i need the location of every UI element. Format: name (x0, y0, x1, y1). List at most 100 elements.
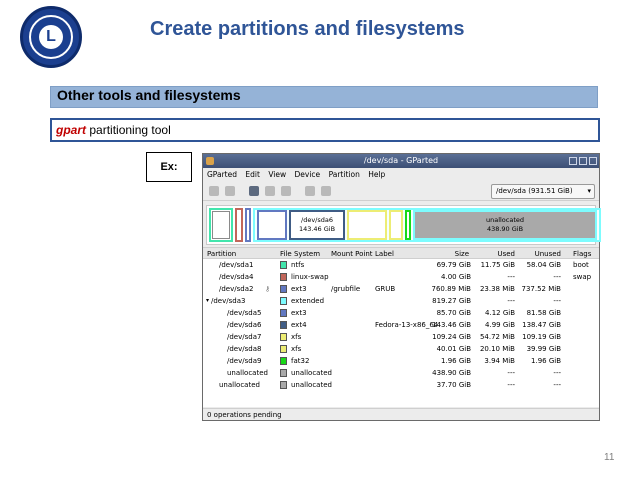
diskmap-seg-sda9[interactable] (405, 210, 411, 240)
table-row[interactable]: /dev/sda8 xfs 40.01 GiB 20.10 MiB 39.99 GiB (203, 343, 599, 355)
table-row[interactable]: /dev/sda5 ext3 85.70 GiB 4.12 GiB 81.58 GiB (203, 307, 599, 319)
cell-mountpoint: /grubfile (331, 285, 361, 293)
fs-color-swatch (280, 261, 287, 269)
fs-color-swatch (280, 309, 287, 317)
table-row[interactable]: /dev/sda1 ntfs 69.79 GiB 11.75 GiB 58.04 GiB… (203, 259, 599, 271)
partition-table: /dev/sda1 ntfs 69.79 GiB 11.75 GiB 58.04 GiB… (203, 259, 599, 407)
cell-used: 4.12 GiB (485, 309, 515, 317)
cell-partition: /dev/sda3 (211, 297, 246, 305)
cell-partition: /dev/sda9 (227, 357, 262, 365)
cell-flags: swap (573, 273, 592, 281)
cell-partition: unallocated (219, 381, 260, 389)
fs-color-swatch (280, 333, 287, 341)
resize-move-icon[interactable] (249, 186, 259, 196)
diskmap-seg-sda1[interactable] (209, 208, 233, 242)
fs-color-swatch (280, 273, 287, 281)
table-row[interactable]: /dev/sda7 xfs 109.24 GiB 54.72 MiB 109.19 Gi… (203, 331, 599, 343)
example-label: Ex: (146, 152, 192, 182)
cell-unused: 39.99 GiB (526, 345, 561, 353)
table-row[interactable]: unallocated unallocated 37.70 GiB --- --- (203, 379, 599, 391)
cell-partition: /dev/sda1 (219, 261, 254, 269)
cell-filesystem: ext3 (291, 309, 307, 317)
cell-filesystem: ext4 (291, 321, 307, 329)
maximize-icon[interactable] (579, 157, 587, 165)
table-row[interactable]: /dev/sda4 linux-swap 4.00 GiB --- --- swap (203, 271, 599, 283)
diskmap-seg-sda4[interactable] (235, 208, 243, 242)
diskmap-seg-unallocated[interactable]: unallocated 438.90 GiB (413, 210, 597, 240)
cell-partition: /dev/sda5 (227, 309, 262, 317)
undo-icon[interactable] (305, 186, 315, 196)
cell-filesystem: fat32 (291, 357, 310, 365)
minimize-icon[interactable] (569, 157, 577, 165)
disk-map: /dev/sda6 143.46 GiB unallocated 438.90 … (206, 205, 601, 245)
tool-name: gpart (56, 123, 86, 137)
diskmap-seg-sda6[interactable]: /dev/sda6 143.46 GiB (289, 210, 345, 240)
menu-view[interactable]: View (268, 170, 286, 179)
copy-icon[interactable] (265, 186, 275, 196)
menu-edit[interactable]: Edit (245, 170, 260, 179)
cell-flags: boot (573, 261, 589, 269)
cell-unused: --- (553, 381, 561, 389)
diskmap-seg-sda7[interactable] (347, 210, 387, 240)
device-select-value: /dev/sda (931.51 GiB) (496, 187, 573, 195)
delete-partition-icon[interactable] (225, 186, 235, 196)
diskmap-unalloc-size: 438.90 GiB (486, 225, 524, 233)
device-select[interactable]: /dev/sda (931.51 GiB) ▾ (491, 184, 595, 199)
cell-size: 37.70 GiB (436, 381, 471, 389)
cell-size: 85.70 GiB (436, 309, 471, 317)
table-row[interactable]: ▾/dev/sda3 extended 819.27 GiB --- --- (203, 295, 599, 307)
chevron-down-icon: ▾ (587, 187, 591, 195)
lrc-logo: L (20, 6, 82, 68)
cell-unused: 109.19 GiB (522, 333, 561, 341)
slide-title: Create partitions and filesystems (150, 18, 465, 40)
fs-color-swatch (280, 369, 287, 377)
menu-gparted[interactable]: GParted (207, 170, 237, 179)
menu-help[interactable]: Help (368, 170, 385, 179)
cell-filesystem: extended (291, 297, 325, 305)
cell-partition: unallocated (227, 369, 268, 377)
diskmap-selected-size: 143.46 GiB (298, 225, 336, 233)
table-row[interactable]: /dev/sda6 ext4 Fedora-13-x86_64 143.46 GiB 4… (203, 319, 599, 331)
cell-used: 11.75 GiB (480, 261, 515, 269)
status-bar: 0 operations pending (203, 408, 599, 420)
table-row[interactable]: unallocated unallocated 438.90 GiB --- --- (203, 367, 599, 379)
close-icon[interactable] (589, 157, 597, 165)
cell-partition: /dev/sda8 (227, 345, 262, 353)
cell-used: --- (507, 369, 515, 377)
cell-size: 69.79 GiB (436, 261, 471, 269)
diskmap-seg-sda2[interactable] (245, 208, 251, 242)
cell-filesystem: ntfs (291, 261, 305, 269)
diskmap-seg-sda8[interactable] (389, 210, 403, 240)
gparted-window: /dev/sda - GParted GParted Edit View Dev… (202, 153, 601, 421)
cell-unused: 138.47 GiB (522, 321, 561, 329)
expander-icon[interactable]: ▾ (206, 295, 209, 307)
cell-partition: /dev/sda7 (227, 333, 262, 341)
cell-used: 54.72 MiB (479, 333, 515, 341)
tool-description: partitioning tool (89, 123, 171, 137)
gparted-app-icon (206, 157, 214, 165)
cell-unused: 1.96 GiB (531, 357, 561, 365)
fs-color-swatch (280, 381, 287, 389)
apply-icon[interactable] (321, 186, 331, 196)
cell-filesystem: unallocated (291, 381, 332, 389)
fs-color-swatch (280, 321, 287, 329)
window-title: /dev/sda - GParted (363, 156, 439, 165)
table-row[interactable]: /dev/sda9 fat32 1.96 GiB 3.94 MiB 1.96 GiB (203, 355, 599, 367)
table-row[interactable]: /dev/sda2 ext3 ⚷ /grubfile GRUB 760.89 MiB 23.… (203, 283, 599, 295)
cell-unused: --- (553, 297, 561, 305)
cell-size: 40.01 GiB (436, 345, 471, 353)
diskmap-seg-sda5[interactable] (257, 210, 287, 240)
cell-unused: --- (553, 273, 561, 281)
page-number: 11 (604, 452, 615, 463)
cell-filesystem: unallocated (291, 369, 332, 377)
cell-filesystem: xfs (291, 333, 302, 341)
window-titlebar[interactable]: /dev/sda - GParted (203, 154, 599, 168)
cell-unused: --- (553, 369, 561, 377)
menu-partition[interactable]: Partition (329, 170, 360, 179)
paste-icon[interactable] (281, 186, 291, 196)
cell-filesystem: linux-swap (291, 273, 329, 281)
fs-color-swatch (280, 285, 287, 293)
new-partition-icon[interactable] (209, 186, 219, 196)
section-header: Other tools and filesystems (50, 86, 598, 108)
menu-device[interactable]: Device (295, 170, 321, 179)
